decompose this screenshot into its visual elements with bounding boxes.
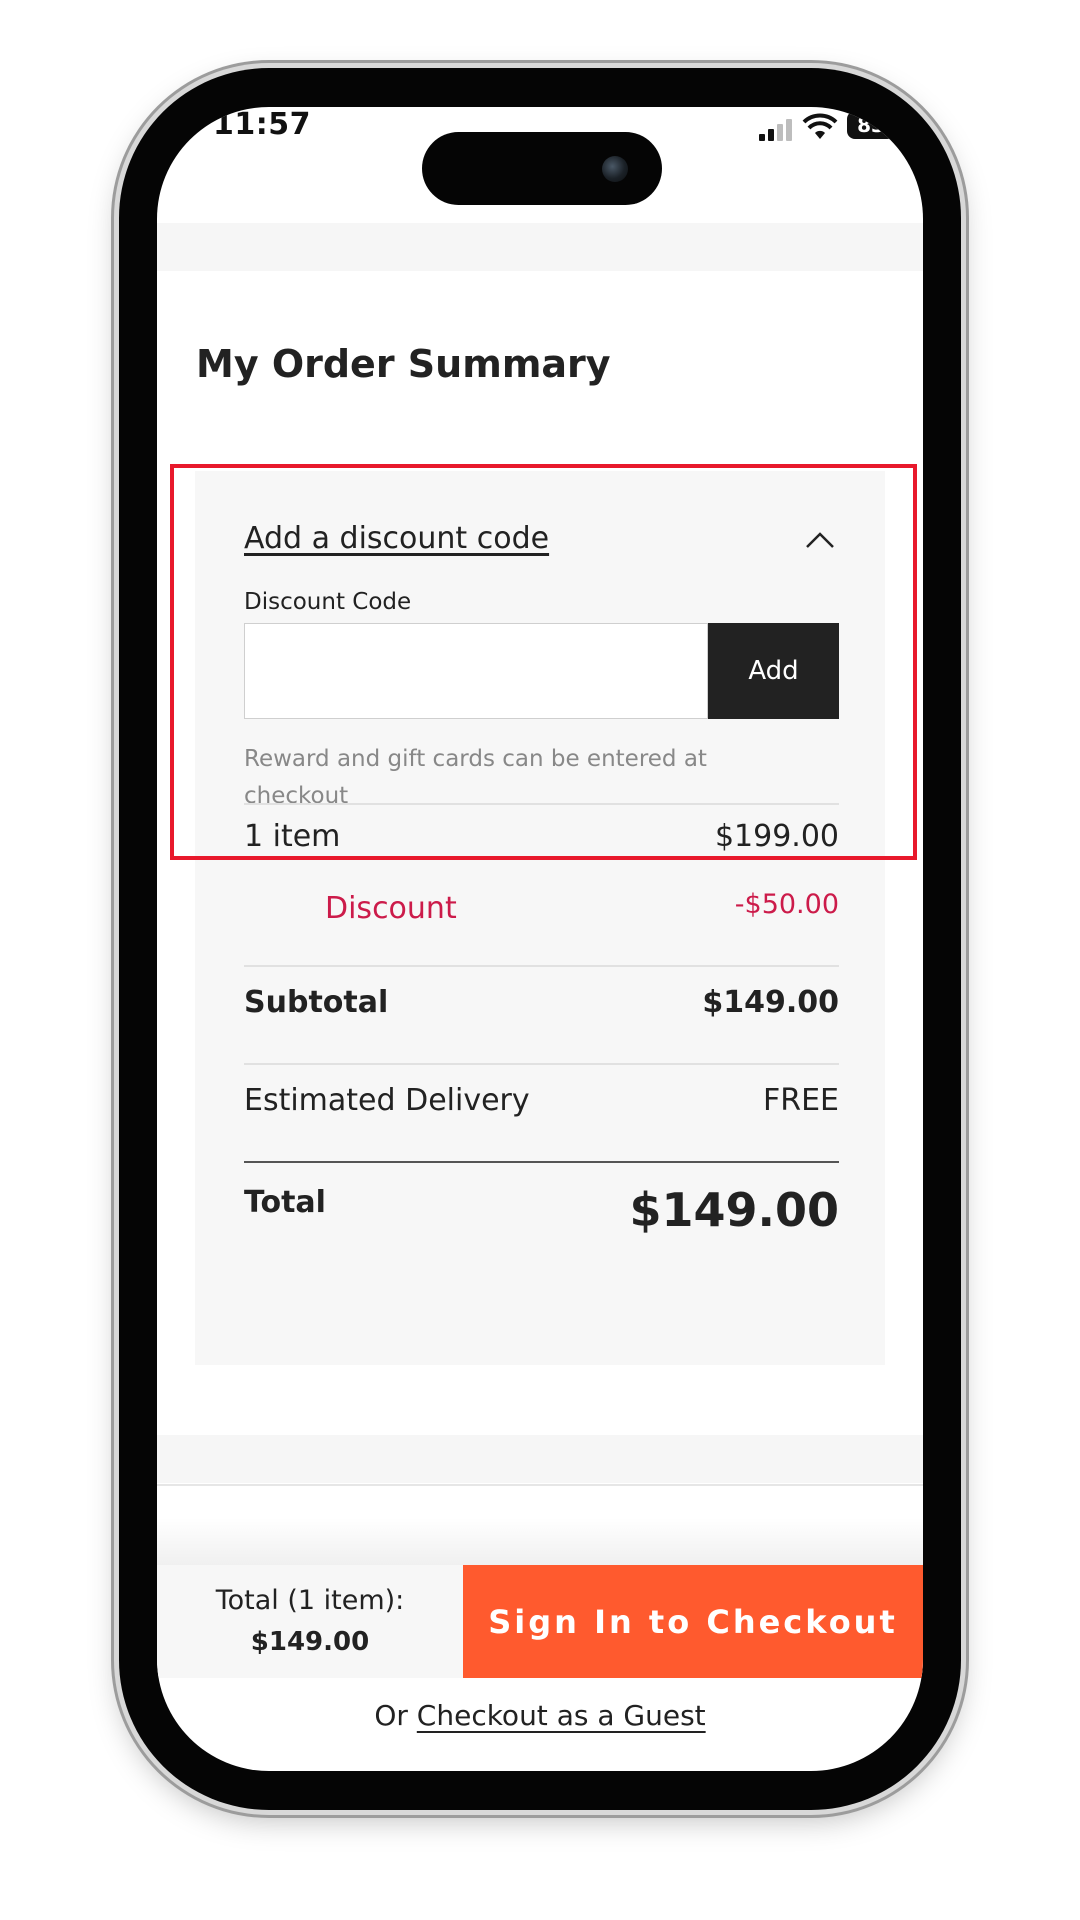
bar-total-label: Total (1 item): [215, 1585, 405, 1616]
page-title: My Order Summary [196, 342, 611, 386]
bottom-shadow [157, 1517, 923, 1565]
guest-checkout-line: Or Checkout as a Guest [157, 1699, 923, 1732]
status-time: 11:57 [213, 107, 311, 142]
items-value: $199.00 [714, 819, 839, 854]
add-discount-button[interactable]: Add [708, 623, 839, 719]
discount-code-input[interactable] [244, 623, 708, 719]
subtotal-value: $149.00 [702, 985, 839, 1020]
add-discount-code-toggle[interactable]: Add a discount code [244, 521, 549, 556]
total-label: Total [244, 1185, 326, 1220]
discount-value: -$50.00 [734, 889, 839, 920]
battery-icon: 83 [847, 111, 895, 139]
total-value: $149.00 [629, 1183, 839, 1237]
delivery-label: Estimated Delivery [244, 1083, 530, 1118]
delivery-value: FREE [762, 1083, 839, 1118]
discount-code-label: Discount Code [244, 589, 412, 615]
chevron-up-icon[interactable] [805, 531, 835, 549]
bar-total-value: $149.00 [250, 1627, 370, 1657]
order-summary-card: Add a discount code Discount Code Add Re… [195, 471, 885, 1365]
phone-screen: 11:57 83 My Order Summary Add a discount… [157, 107, 923, 1771]
dynamic-island [422, 132, 662, 205]
checkout-as-guest-link[interactable]: Checkout as a Guest [417, 1699, 706, 1732]
divider [157, 1484, 923, 1486]
items-label: 1 item [244, 819, 341, 854]
cellular-signal-icon [759, 119, 792, 141]
divider [244, 803, 839, 805]
section-separator [157, 1435, 923, 1483]
divider [244, 1161, 839, 1163]
discount-label: Discount [325, 891, 457, 926]
checkout-bar: Total (1 item): $149.00 Sign In to Check… [157, 1565, 923, 1678]
sign-in-to-checkout-button[interactable]: Sign In to Checkout [463, 1565, 923, 1678]
section-separator [157, 223, 923, 271]
divider [244, 1063, 839, 1065]
guest-prefix: Or [374, 1699, 417, 1732]
camera-icon [602, 156, 628, 182]
divider [244, 965, 839, 967]
subtotal-label: Subtotal [244, 985, 389, 1020]
wifi-icon [802, 113, 838, 139]
